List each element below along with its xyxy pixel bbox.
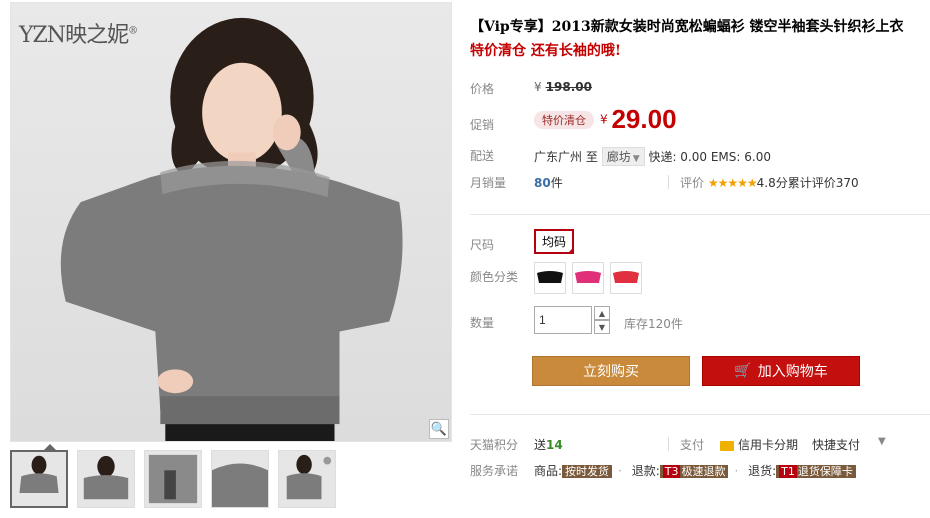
cart-icon: 🛒 (734, 363, 752, 379)
main-product-image[interactable]: YZN映之妮® 🔍 (10, 2, 452, 442)
service-label: 服务承诺 (470, 464, 519, 478)
divider-vertical (668, 175, 669, 189)
review-summary[interactable]: 评价 ★★★★★4.8分累计评价370 (680, 174, 859, 191)
thumbnail-1[interactable] (10, 450, 68, 508)
price-label: 价格 (470, 82, 495, 96)
credit-card-icon (720, 440, 734, 451)
credit-installment[interactable]: 信用卡分期 (720, 436, 798, 453)
section-divider (470, 414, 930, 415)
original-price: ¥198.00 (534, 80, 592, 94)
rating-stars: ★★★★★ (707, 176, 758, 190)
service-tag-return[interactable]: T1 退货保障卡 (776, 465, 856, 478)
model-photo (60, 17, 403, 441)
stock-info: 库存120件 (624, 317, 683, 331)
quantity-decrease-button[interactable]: ▼ (594, 320, 610, 334)
quantity-increase-button[interactable]: ▲ (594, 306, 610, 320)
promo-tag: 特价清仓 (534, 110, 594, 129)
monthly-sales-label: 月销量 (470, 176, 507, 190)
service-tag-refund[interactable]: T3 极速退款 (659, 465, 729, 478)
product-subtitle: 特价清仓 还有长袖的哦! (470, 43, 622, 59)
promo-label: 促销 (470, 118, 495, 132)
color-option-red[interactable] (610, 262, 642, 294)
add-to-cart-button[interactable]: 🛒 加入购物车 (702, 356, 860, 386)
buy-now-button[interactable]: 立刻购买 (532, 356, 690, 386)
color-options (534, 262, 642, 294)
service-promises: 商品: 按时发货 · 退款: T3 极速退款 · 退货: T1 退货保障卡 (534, 462, 856, 479)
thumbnail-4[interactable] (211, 450, 269, 508)
quantity-label: 数量 (470, 316, 495, 330)
quantity-input[interactable] (534, 306, 592, 334)
pay-label: 支付 (680, 438, 705, 452)
points-label: 天猫积分 (470, 438, 519, 452)
shipping-info: 广东广州 至 廊坊 ▼ 快递: 0.00 EMS: 6.00 (534, 147, 771, 166)
color-option-black[interactable] (534, 262, 566, 294)
quick-pay[interactable]: 快捷支付 (812, 436, 860, 453)
size-option[interactable]: 均码 (534, 229, 575, 254)
thumbnail-2[interactable] (77, 450, 135, 508)
promo-price-block: 特价清仓 ¥ 29.00 (534, 104, 677, 135)
thumbnail-3[interactable] (144, 450, 202, 508)
monthly-sales: 80件 (534, 176, 563, 190)
color-option-pink[interactable] (572, 262, 604, 294)
divider-vertical (668, 437, 669, 451)
chevron-down-icon[interactable]: ▼ (878, 436, 886, 447)
service-tag-shipping[interactable]: 按时发货 (562, 465, 613, 478)
product-title: 【Vip专享】2013新款女装时尚宽松蝙蝠衫 镂空半袖套头针织衫上衣 (470, 19, 904, 35)
zoom-icon[interactable]: 🔍 (429, 419, 449, 439)
shipping-label: 配送 (470, 149, 495, 163)
brand-logo: YZN映之妮® (19, 23, 138, 48)
destination-select[interactable]: 廊坊 ▼ (601, 147, 645, 166)
points-value: 送14 (534, 438, 563, 452)
size-label: 尺码 (470, 238, 495, 252)
section-divider (470, 214, 930, 215)
promo-price: 29.00 (611, 104, 677, 134)
color-label: 颜色分类 (470, 270, 519, 284)
thumbnail-5[interactable] (278, 450, 336, 508)
thumbnail-strip (10, 450, 336, 508)
